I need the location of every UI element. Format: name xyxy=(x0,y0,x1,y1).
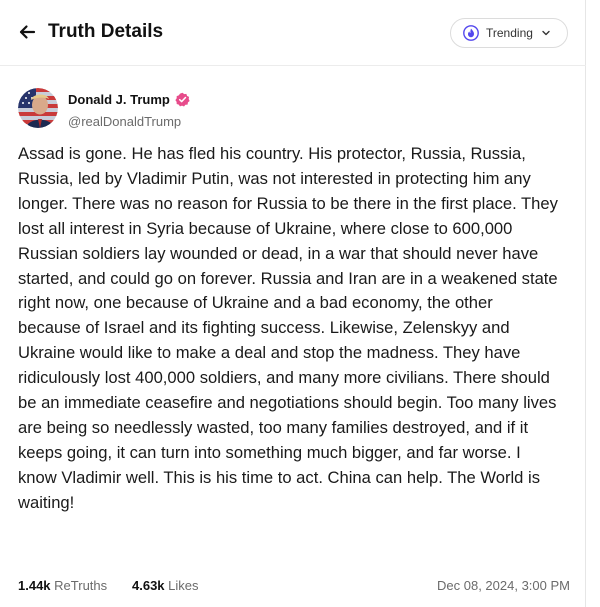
post-detail-panel: Truth Details Trending Donald J. Trump @… xyxy=(0,0,586,607)
feed-selector-dropdown[interactable]: Trending xyxy=(450,18,568,48)
verified-badge-icon xyxy=(175,92,190,107)
page-title: Truth Details xyxy=(48,21,164,42)
post-body-text: Assad is gone. He has fled his country. … xyxy=(18,144,558,512)
avatar[interactable] xyxy=(18,88,58,128)
feed-selector-label: Trending xyxy=(486,26,533,40)
flame-icon xyxy=(463,25,479,41)
post-footer: 1.44k ReTruths 4.63k Likes Dec 08, 2024,… xyxy=(18,578,570,598)
page-header: Truth Details Trending xyxy=(0,0,586,66)
back-button[interactable] xyxy=(14,19,40,45)
likes-count[interactable]: 4.63k Likes xyxy=(132,578,199,593)
retruths-label: ReTruths xyxy=(54,578,108,593)
likes-label: Likes xyxy=(168,578,199,593)
post-author: Donald J. Trump @realDonaldTrump xyxy=(18,88,418,132)
post-timestamp: Dec 08, 2024, 3:00 PM xyxy=(437,578,570,593)
author-name-text: Donald J. Trump xyxy=(68,92,170,107)
author-handle[interactable]: @realDonaldTrump xyxy=(68,114,181,129)
likes-number: 4.63k xyxy=(132,578,165,593)
retruths-count[interactable]: 1.44k ReTruths xyxy=(18,578,107,593)
arrow-left-icon xyxy=(17,22,37,42)
chevron-down-icon xyxy=(541,28,551,38)
retruths-number: 1.44k xyxy=(18,578,51,593)
author-display-name[interactable]: Donald J. Trump xyxy=(68,92,190,107)
